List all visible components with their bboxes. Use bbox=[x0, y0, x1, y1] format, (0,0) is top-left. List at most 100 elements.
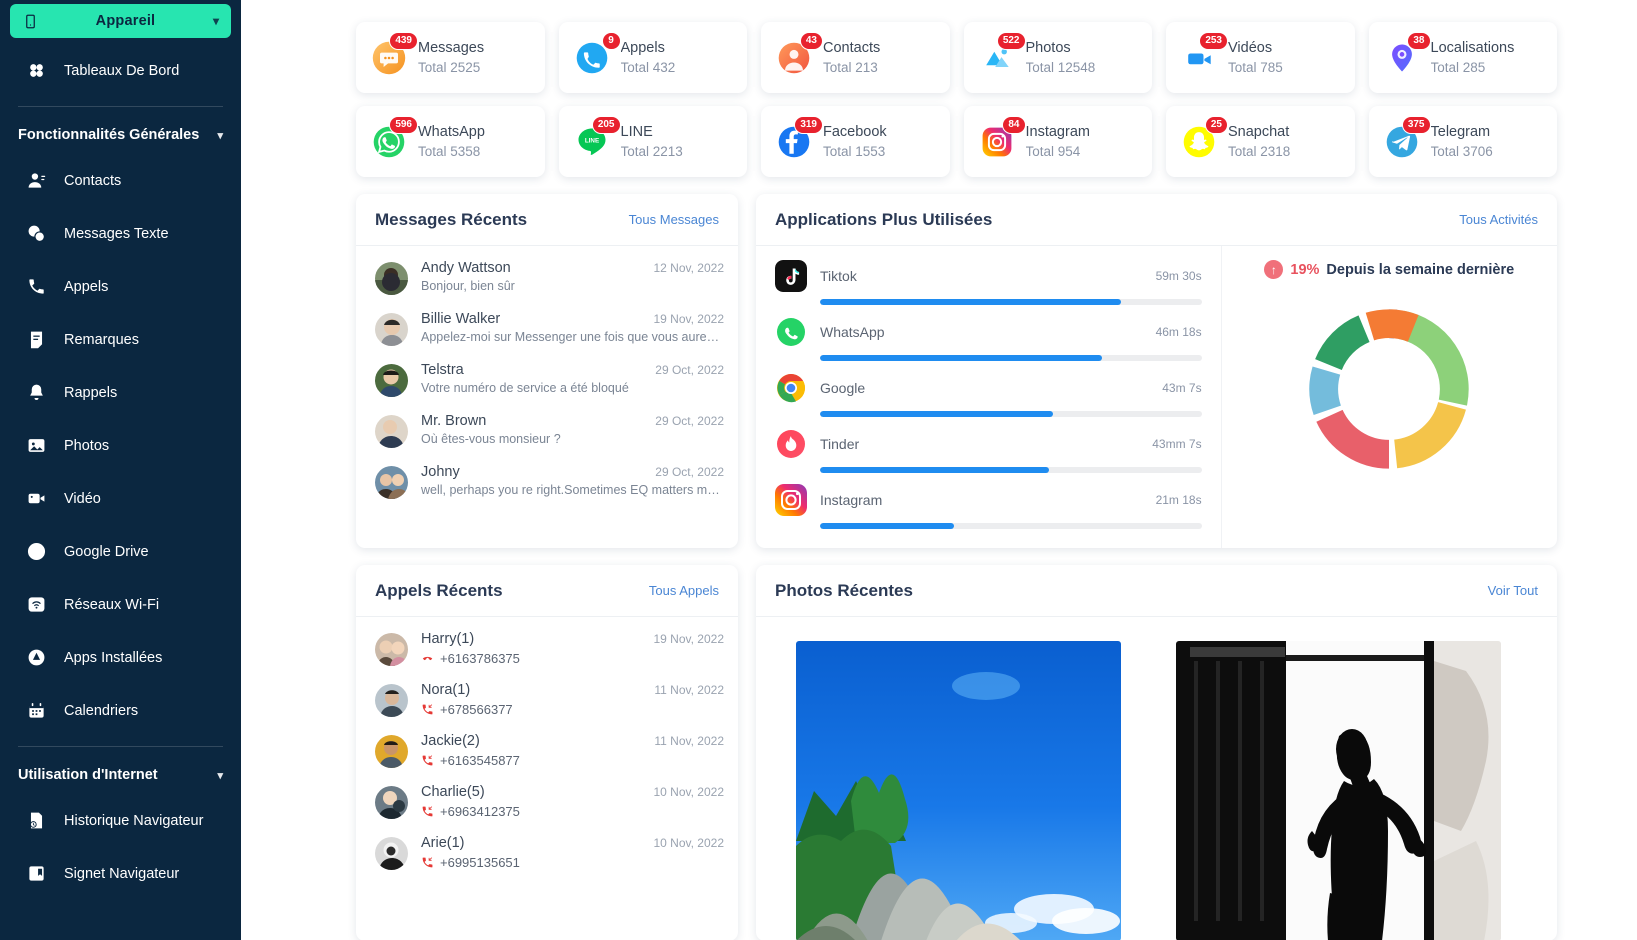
incoming-call-icon bbox=[422, 755, 433, 766]
message-sender: Mr. Brown bbox=[421, 413, 487, 429]
stat-card-line[interactable]: LINE 205 LINE Total 2213 bbox=[558, 106, 747, 177]
list-item[interactable]: Mr. Brown 29 Oct, 2022 Où êtes-vous mons… bbox=[356, 405, 738, 456]
sidebar-group-internet[interactable]: Utilisation d'Internet ▾ bbox=[0, 756, 241, 794]
list-item[interactable]: Billie Walker 19 Nov, 2022 Appelez-moi s… bbox=[356, 303, 738, 354]
all-activities-link[interactable]: Tous Activités bbox=[1459, 212, 1538, 227]
sidebar-item-video[interactable]: Vidéo bbox=[0, 472, 241, 525]
call-date: 11 Nov, 2022 bbox=[654, 683, 724, 697]
sidebar-item-apps-installees[interactable]: Apps Installées bbox=[0, 631, 241, 684]
photo-thumbnail[interactable] bbox=[796, 641, 1121, 940]
avatar bbox=[375, 415, 408, 448]
stat-card-instagram[interactable]: 84 Instagram Total 954 bbox=[963, 106, 1152, 177]
stat-card-videos[interactable]: 253 Vidéos Total 785 bbox=[1166, 22, 1355, 93]
stat-total: Total 213 bbox=[823, 60, 878, 75]
stat-badge: 25 bbox=[1204, 115, 1228, 134]
sidebar-item-label: Google Drive bbox=[64, 543, 149, 560]
table-row[interactable]: Charlie(5) 10 Nov, 2022 +6963412375 bbox=[356, 776, 738, 827]
sidebar-item-photos[interactable]: Photos bbox=[0, 419, 241, 472]
stat-text: Vidéos Total 785 bbox=[1228, 40, 1283, 75]
call-date: 19 Nov, 2022 bbox=[653, 632, 725, 646]
progress-track bbox=[820, 355, 1202, 361]
sidebar-item-messages-texte[interactable]: Messages Texte bbox=[0, 207, 241, 260]
device-selector[interactable]: Appareil ▾ bbox=[10, 4, 231, 38]
stat-text: Instagram Total 954 bbox=[1026, 124, 1090, 159]
all-messages-link[interactable]: Tous Messages bbox=[629, 212, 719, 227]
table-row[interactable]: Harry(1) 19 Nov, 2022 +6163786375 bbox=[356, 623, 738, 674]
chevron-down-icon: ▾ bbox=[212, 14, 219, 28]
app-usage-row[interactable]: WhatsApp 46m 18s bbox=[775, 316, 1202, 361]
app-usage-row[interactable]: Tiktok 59m 30s bbox=[775, 260, 1202, 305]
sidebar-group-general[interactable]: Fonctionnalités Générales ▾ bbox=[0, 116, 241, 154]
table-row[interactable]: Arie(1) 10 Nov, 2022 +6995135651 bbox=[356, 827, 738, 878]
app-usage-top: Instagram 21m 18s bbox=[775, 484, 1202, 516]
photo-thumbnail[interactable] bbox=[1176, 641, 1501, 940]
stat-card-appels[interactable]: 9 Appels Total 432 bbox=[558, 22, 747, 93]
table-row[interactable]: Nora(1) 11 Nov, 2022 +678566377 bbox=[356, 674, 738, 725]
message-preview: Où êtes-vous monsieur ? bbox=[421, 432, 561, 446]
device-label: Appareil bbox=[95, 13, 156, 29]
stat-card-photos[interactable]: 522 Photos Total 12548 bbox=[963, 22, 1152, 93]
message-sender: Johny bbox=[421, 464, 460, 480]
app-store-icon bbox=[26, 648, 46, 668]
sidebar-divider-2 bbox=[18, 746, 223, 747]
stat-card-telegram[interactable]: 375 Telegram Total 3706 bbox=[1368, 106, 1557, 177]
call-body: Arie(1) 10 Nov, 2022 +6995135651 bbox=[421, 835, 724, 870]
avatar bbox=[375, 633, 408, 666]
avatar bbox=[375, 837, 408, 870]
most-used-apps-panel: Applications Plus Utilisées Tous Activit… bbox=[756, 194, 1557, 548]
app-usage-row[interactable]: Google 43m 7s bbox=[775, 372, 1202, 417]
stat-badge: 439 bbox=[389, 31, 418, 50]
stat-total: Total 2318 bbox=[1228, 144, 1291, 159]
stat-badge: 9 bbox=[601, 31, 621, 50]
sidebar-item-appels[interactable]: Appels bbox=[0, 260, 241, 313]
stat-card-facebook[interactable]: 319 Facebook Total 1553 bbox=[761, 106, 950, 177]
stat-total: Total 3706 bbox=[1430, 144, 1493, 159]
incoming-call-icon bbox=[422, 857, 433, 868]
stat-card-snapchat[interactable]: 25 Snapchat Total 2318 bbox=[1166, 106, 1355, 177]
sidebar-item-calendriers[interactable]: Calendriers bbox=[0, 684, 241, 737]
chat-bubbles-icon bbox=[26, 224, 46, 244]
sidebar-item-label: Apps Installées bbox=[64, 649, 163, 666]
sidebar-item-dashboard[interactable]: Tableaux De Bord bbox=[0, 44, 241, 97]
message-preview: Appelez-moi sur Messenger une fois que v… bbox=[421, 330, 724, 344]
missed-call-icon bbox=[422, 656, 433, 661]
stat-badge: 205 bbox=[591, 115, 621, 134]
stat-card-messages[interactable]: 439 Messages Total 2525 bbox=[356, 22, 545, 93]
sidebar-item-contacts[interactable]: Contacts bbox=[0, 154, 241, 207]
list-item[interactable]: Johny 29 Oct, 2022 well, perhaps you re … bbox=[356, 456, 738, 507]
view-all-link[interactable]: Voir Tout bbox=[1488, 583, 1538, 598]
table-row[interactable]: Jackie(2) 11 Nov, 2022 +6163545877 bbox=[356, 725, 738, 776]
stat-card-whatsapp[interactable]: 596 WhatsApp Total 5358 bbox=[356, 106, 545, 177]
all-calls-link[interactable]: Tous Appels bbox=[649, 583, 719, 598]
sidebar-item-reseaux-wifi[interactable]: Réseaux Wi-Fi bbox=[0, 578, 241, 631]
list-item[interactable]: Telstra 29 Oct, 2022 Votre numéro de ser… bbox=[356, 354, 738, 405]
stat-icon-wrap: 253 bbox=[1180, 31, 1228, 77]
stat-total: Total 12548 bbox=[1025, 60, 1096, 75]
message-body: Telstra 29 Oct, 2022 Votre numéro de ser… bbox=[421, 362, 724, 395]
app-usage-row[interactable]: Instagram 21m 18s bbox=[775, 484, 1202, 529]
stat-card-localisations[interactable]: 38 Localisations Total 285 bbox=[1368, 22, 1557, 93]
progress-track bbox=[820, 299, 1202, 305]
app-usage-row[interactable]: Tinder 43mm 7s bbox=[775, 428, 1202, 473]
stat-total: Total 954 bbox=[1025, 144, 1081, 159]
message-date: 19 Nov, 2022 bbox=[653, 312, 725, 326]
avatar bbox=[375, 262, 408, 295]
sidebar-item-rappels[interactable]: Rappels bbox=[0, 366, 241, 419]
stat-card-contacts[interactable]: 43 Contacts Total 213 bbox=[761, 22, 950, 93]
progress-track bbox=[820, 411, 1202, 417]
image-icon bbox=[26, 436, 46, 456]
message-sender: Billie Walker bbox=[421, 311, 501, 327]
sidebar-item-signet-navigateur[interactable]: Signet Navigateur bbox=[0, 847, 241, 900]
sidebar-group-label: Utilisation d'Internet bbox=[18, 767, 158, 783]
list-item[interactable]: Andy Wattson 12 Nov, 2022 Bonjour, bien … bbox=[356, 252, 738, 303]
instagram-icon bbox=[775, 484, 807, 516]
call-date: 11 Nov, 2022 bbox=[654, 734, 724, 748]
sidebar-item-remarques[interactable]: Remarques bbox=[0, 313, 241, 366]
call-body: Charlie(5) 10 Nov, 2022 +6963412375 bbox=[421, 784, 724, 819]
sidebar-item-google-drive[interactable]: Google Drive bbox=[0, 525, 241, 578]
app-name: Instagram bbox=[820, 492, 883, 508]
sidebar-item-historique-navigateur[interactable]: Historique Navigateur bbox=[0, 794, 241, 847]
message-date: 29 Oct, 2022 bbox=[655, 465, 724, 479]
call-body: Jackie(2) 11 Nov, 2022 +6163545877 bbox=[421, 733, 724, 768]
calls-list: Harry(1) 19 Nov, 2022 +6163786375 Nora(1… bbox=[356, 617, 738, 886]
